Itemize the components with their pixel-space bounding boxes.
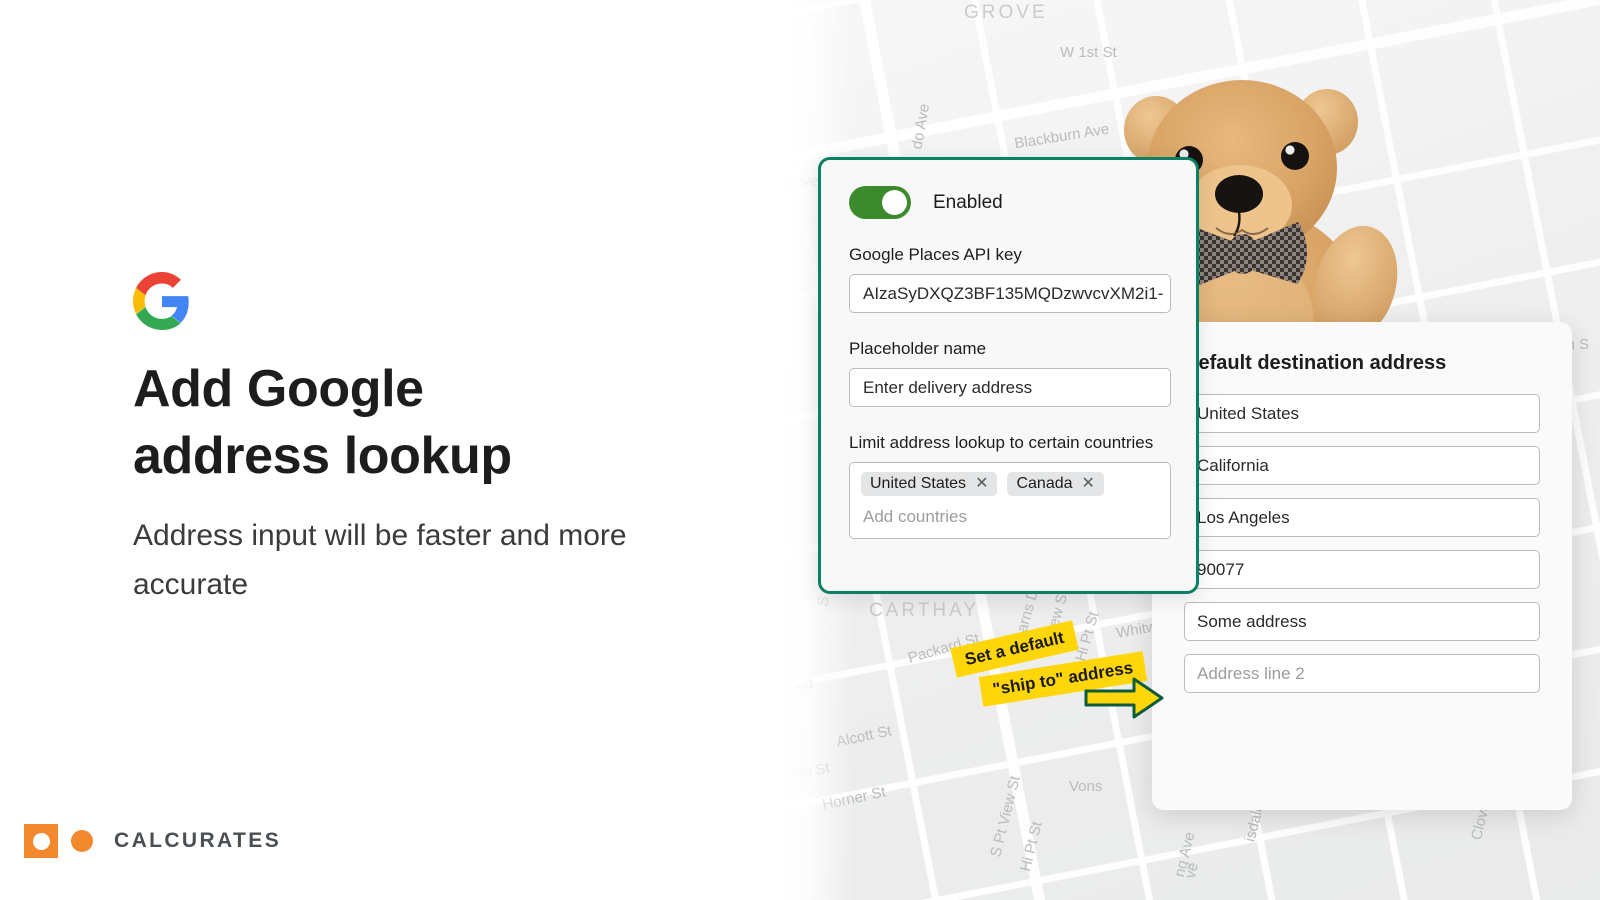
map-label: Vons bbox=[1069, 778, 1103, 795]
default-destination-address-card: Default destination address United State… bbox=[1152, 322, 1572, 810]
promo-banner: Add Google address lookup Address input w… bbox=[0, 0, 1600, 900]
map-label: CARTHAY bbox=[869, 600, 980, 621]
google-address-lookup-settings-panel: Enabled Google Places API key AIzaSyDXQZ… bbox=[818, 157, 1199, 594]
country-field[interactable]: United States bbox=[1184, 394, 1540, 433]
map-label: GROVE bbox=[964, 2, 1048, 23]
brand-wordmark: CALCURATES bbox=[114, 829, 282, 852]
limit-countries-label: Limit address lookup to certain countrie… bbox=[849, 433, 1154, 452]
calcurates-logo: CALCURATES bbox=[24, 824, 281, 858]
country-chip[interactable]: United States ✕ bbox=[861, 472, 998, 496]
page-title: Add Google address lookup bbox=[133, 356, 733, 489]
country-chip-list: United States ✕ Canada ✕ bbox=[861, 472, 1159, 496]
page-subtitle: Address input will be faster and more ac… bbox=[133, 519, 627, 601]
headline-line-2: address lookup bbox=[133, 426, 512, 485]
headline-line-1: Add Google bbox=[133, 360, 424, 418]
address-line-2-field[interactable]: Address line 2 bbox=[1184, 654, 1540, 693]
placeholder-name-input[interactable]: Enter delivery address bbox=[849, 368, 1171, 407]
address-fields-list: United States California Los Angeles 900… bbox=[1184, 394, 1540, 693]
enabled-toggle-row[interactable]: Enabled bbox=[849, 186, 1171, 219]
country-chip[interactable]: Canada ✕ bbox=[1007, 472, 1104, 496]
toggle-knob-icon bbox=[882, 190, 907, 215]
api-key-input[interactable]: AIzaSyDXQZ3BF135MQDzwvcvXM2i1- bbox=[849, 274, 1171, 313]
api-key-label: Google Places API key bbox=[849, 245, 1022, 264]
country-chip-label: Canada bbox=[1016, 475, 1073, 492]
address-line-1-field[interactable]: Some address bbox=[1184, 602, 1540, 641]
brand-dot-icon bbox=[71, 830, 93, 852]
close-icon[interactable]: ✕ bbox=[975, 476, 988, 492]
countries-multiselect[interactable]: United States ✕ Canada ✕ Add countries bbox=[849, 462, 1171, 539]
country-chip-label: United States bbox=[870, 475, 967, 492]
close-icon[interactable]: ✕ bbox=[1082, 476, 1095, 492]
google-logo-icon bbox=[133, 272, 191, 330]
state-field[interactable]: California bbox=[1184, 446, 1540, 485]
brand-square-icon bbox=[24, 824, 58, 858]
left-content-panel: Add Google address lookup Address input w… bbox=[0, 0, 784, 900]
enabled-toggle[interactable] bbox=[849, 186, 911, 219]
address-card-title: Default destination address bbox=[1184, 352, 1447, 374]
enabled-toggle-label: Enabled bbox=[933, 191, 1003, 213]
zip-field[interactable]: 90077 bbox=[1184, 550, 1540, 589]
arrow-right-icon bbox=[1084, 676, 1164, 720]
city-field[interactable]: Los Angeles bbox=[1184, 498, 1540, 537]
placeholder-name-label: Placeholder name bbox=[849, 339, 987, 358]
add-countries-input[interactable]: Add countries bbox=[861, 507, 1159, 527]
